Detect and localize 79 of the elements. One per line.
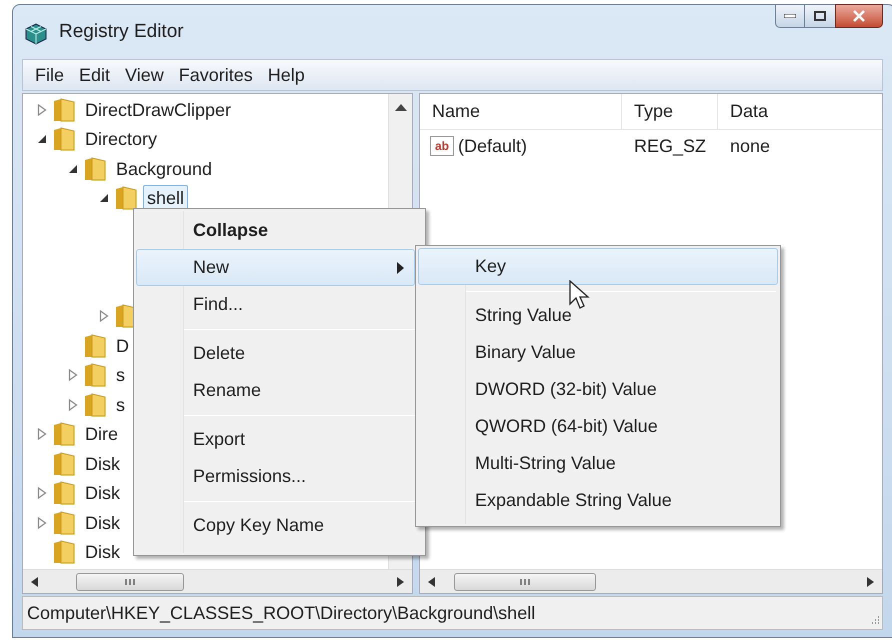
menu-bar-item[interactable]: Edit — [73, 62, 116, 88]
menu-item[interactable]: Expandable String Value — [418, 482, 778, 519]
menu-item[interactable]: Collapse — [136, 212, 415, 249]
table-cell-text: REG_SZ — [633, 134, 708, 158]
expand-arrow-icon[interactable] — [68, 369, 78, 382]
menu-item[interactable]: Export — [136, 421, 415, 458]
tree-item[interactable]: Disk — [81, 450, 124, 477]
scroll-left-icon[interactable] — [428, 576, 436, 586]
tree-item[interactable]: s — [112, 392, 129, 418]
menu-item[interactable]: DWORD (32-bit) Value — [418, 371, 778, 408]
menu-item[interactable]: Delete — [136, 335, 415, 372]
string-value-icon: ab — [430, 136, 454, 156]
collapse-arrow-icon[interactable] — [37, 134, 47, 144]
tree-item[interactable]: Dire — [81, 421, 122, 448]
menu-item[interactable]: Permissions... — [136, 458, 415, 495]
menu-item[interactable]: Key — [418, 248, 778, 285]
collapse-arrow-icon[interactable] — [68, 164, 78, 174]
maximize-icon — [814, 11, 826, 21]
menu-item[interactable]: Copy Key Name — [136, 507, 415, 544]
table-cell-text: (Default) — [458, 134, 528, 158]
horizontal-scrollbar[interactable] — [420, 569, 882, 593]
minimize-icon — [784, 14, 796, 18]
menu-bar-item[interactable]: File — [29, 62, 70, 88]
grip-icon — [520, 578, 530, 586]
folder-icon — [52, 480, 76, 506]
expand-arrow-icon[interactable] — [37, 516, 47, 529]
tree-item[interactable]: Disk — [81, 510, 124, 536]
menu-item[interactable]: QWORD (64-bit) Value — [418, 408, 778, 445]
expand-arrow-icon[interactable] — [99, 310, 109, 322]
close-button[interactable] — [835, 4, 883, 28]
folder-icon — [83, 362, 107, 388]
folder-icon — [52, 539, 76, 566]
tree-item[interactable]: Background — [112, 156, 216, 182]
tree-item[interactable]: s — [112, 362, 129, 388]
column-header[interactable]: Data — [718, 94, 882, 129]
folder-icon — [52, 450, 76, 477]
expand-arrow-icon[interactable] — [37, 428, 47, 440]
window-title: Registry Editor — [59, 20, 184, 44]
scroll-right-icon[interactable] — [866, 576, 874, 586]
menu-item[interactable]: Binary Value — [418, 334, 778, 371]
folder-icon — [52, 126, 76, 152]
scroll-thumb[interactable] — [76, 573, 184, 591]
scroll-right-icon[interactable] — [396, 576, 404, 586]
grip-icon — [125, 578, 135, 586]
status-bar: Computer\HKEY_CLASSES_ROOT\Directory\Background\shell — [22, 596, 883, 630]
menu-bar-item[interactable]: Help — [262, 62, 311, 88]
folder-icon — [114, 185, 138, 212]
column-header[interactable]: Name — [420, 94, 622, 129]
expand-arrow-icon[interactable] — [37, 104, 47, 116]
folder-icon — [52, 96, 76, 123]
tree-item[interactable]: DirectDrawClipper — [81, 96, 236, 123]
tree-item[interactable]: Directory — [81, 126, 162, 152]
tree-item[interactable]: Disk — [81, 539, 124, 566]
folder-icon — [52, 421, 76, 448]
expand-arrow-icon[interactable] — [68, 398, 78, 411]
minimize-button[interactable] — [775, 4, 805, 28]
collapse-arrow-icon[interactable] — [99, 193, 109, 204]
scroll-up-icon[interactable] — [394, 104, 406, 111]
folder-icon — [83, 332, 107, 359]
horizontal-scrollbar[interactable] — [23, 569, 412, 593]
tree-item[interactable]: D — [112, 332, 133, 359]
tree-item[interactable]: Disk — [81, 480, 124, 506]
scroll-left-icon[interactable] — [31, 576, 39, 586]
maximize-button[interactable] — [805, 4, 835, 28]
table-cell-text: none — [729, 134, 772, 158]
menu-bar-item[interactable]: View — [119, 62, 170, 88]
expand-arrow-icon[interactable] — [37, 487, 47, 500]
folder-icon — [83, 392, 107, 418]
folder-icon — [83, 156, 107, 182]
menu-item[interactable]: Rename — [136, 372, 415, 409]
menu-item[interactable]: Multi-String Value — [418, 445, 778, 482]
menu-item[interactable]: New — [136, 249, 415, 286]
folder-icon — [52, 510, 76, 536]
menu-item[interactable]: Find... — [136, 286, 415, 323]
menu-item[interactable]: String Value — [418, 297, 778, 334]
menu-bar-item[interactable]: Favorites — [172, 62, 259, 88]
scroll-thumb[interactable] — [454, 573, 596, 591]
close-icon — [852, 10, 866, 22]
column-header[interactable]: Type — [622, 94, 718, 129]
